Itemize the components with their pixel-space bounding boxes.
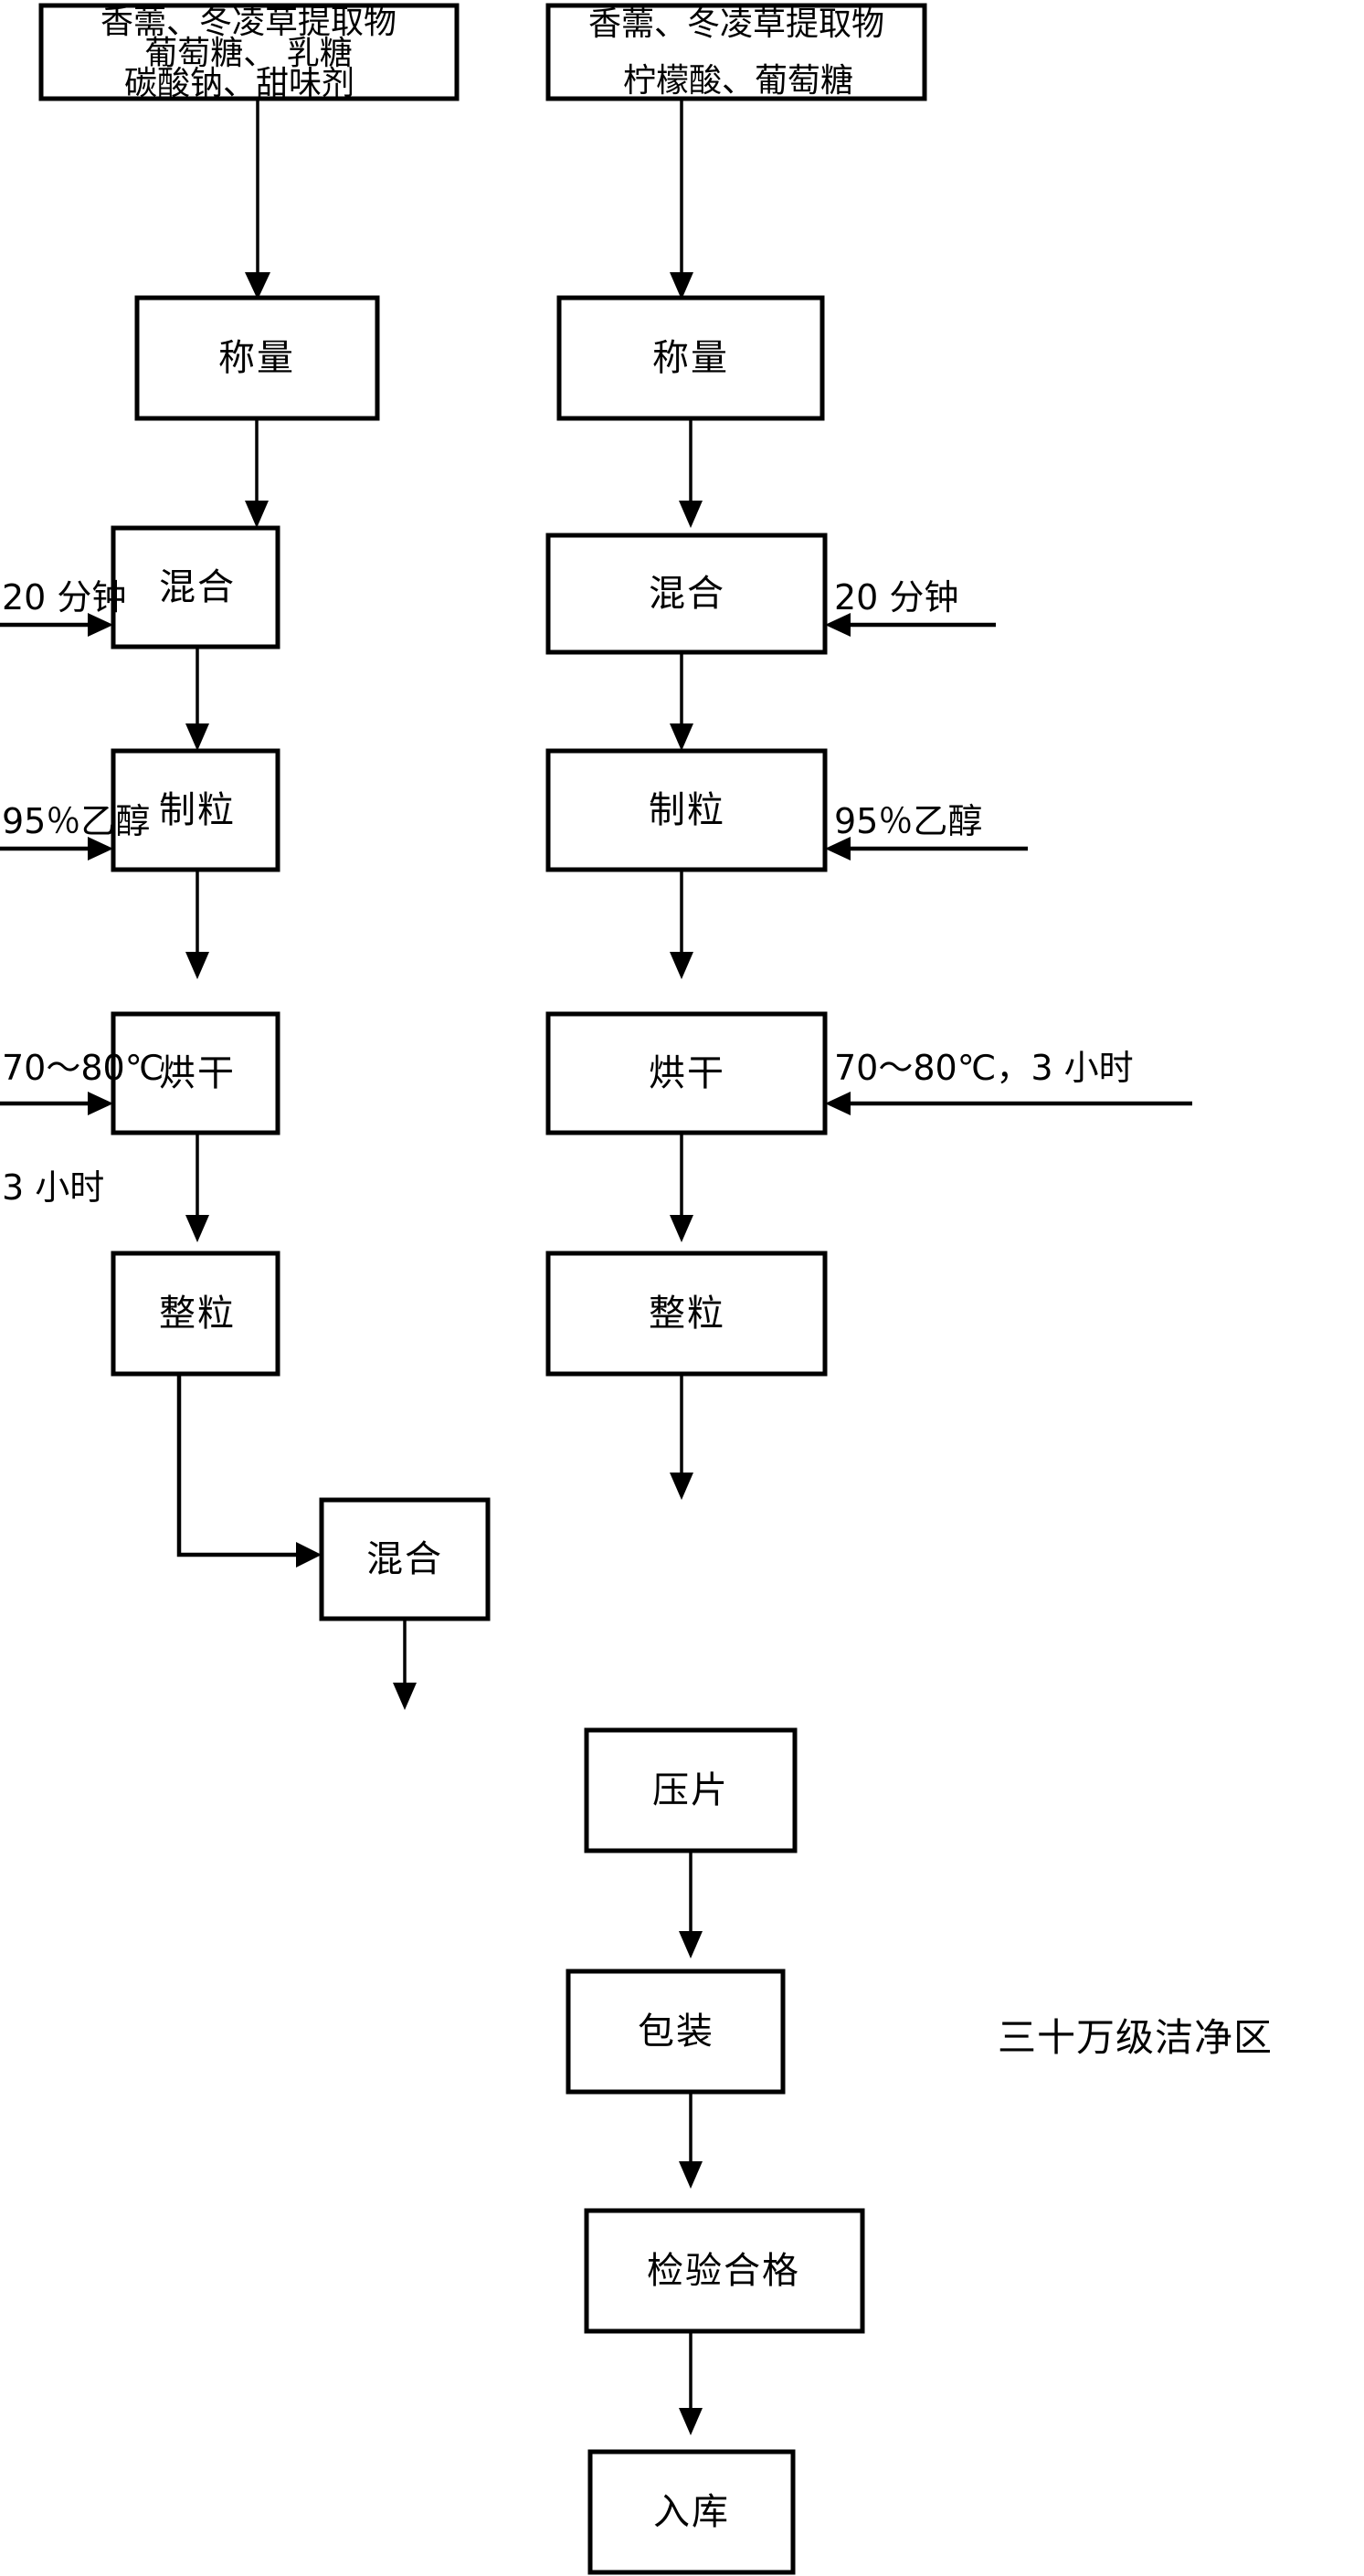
- process-flow-diagram: 香薷、冬凌草提取物 葡萄糖、 乳糖 碳酸钠、甜味剂 称量 混合 20 分钟 制粒: [0, 3, 1273, 2575]
- merged-edge-inspect-to-warehouse: [679, 2331, 703, 2435]
- right-step-granulate-label: 制粒: [649, 789, 725, 831]
- merged-edge-package-to-inspect: [679, 2092, 703, 2189]
- left-step-dry-label: 烘干: [159, 1052, 236, 1094]
- left-step-weigh-label: 称量: [218, 337, 295, 379]
- right-step-dry-label: 烘干: [649, 1052, 725, 1094]
- left-mix-time-text: 20 分钟: [2, 577, 126, 618]
- left-edge-weigh-to-mix: [245, 418, 269, 528]
- right-step-dry: 烘干: [545, 1011, 828, 1135]
- left-edge-granulate-to-dry: [185, 870, 209, 979]
- right-side-label-mix-time: 20 分钟: [825, 577, 996, 637]
- merged-step-package-label: 包装: [638, 2011, 714, 2053]
- left-step-size: 整粒: [111, 1251, 280, 1377]
- left-dry-time-text: 3 小时: [2, 1167, 104, 1208]
- right-edge-size-to-final-mix: [670, 1374, 693, 1500]
- merged-step-final-mix: 混合: [319, 1497, 491, 1621]
- right-step-weigh: 称量: [556, 295, 825, 421]
- right-materials-box: 香薷、冬凌草提取物 柠檬酸、葡萄糖: [545, 3, 927, 101]
- merged-step-warehouse-label: 入库: [653, 2491, 730, 2533]
- right-side-label-dry-temp-time: 70～80℃，3 小时: [825, 1048, 1192, 1115]
- left-step-size-label: 整粒: [159, 1293, 236, 1335]
- merged-step-inspect-label: 检验合格: [647, 2250, 800, 2292]
- merged-edge-tablet-to-package: [679, 1851, 703, 1958]
- left-step-weigh: 称量: [134, 295, 380, 421]
- left-edge-dry-to-size: [185, 1133, 209, 1242]
- merged-step-final-mix-label: 混合: [366, 1538, 443, 1580]
- cleanroom-zone-label: 三十万级洁净区: [998, 2015, 1273, 2060]
- right-dry-temp-time-text: 70～80℃，3 小时: [834, 1048, 1134, 1088]
- merged-step-warehouse: 入库: [587, 2449, 796, 2575]
- right-step-mix-label: 混合: [649, 573, 725, 615]
- left-ethanol-text: 95％乙醇: [2, 801, 150, 841]
- right-edge-weigh-to-mix: [679, 418, 703, 528]
- right-step-mix: 混合: [545, 533, 828, 655]
- right-step-size: 整粒: [545, 1251, 828, 1377]
- left-materials-line-3: 碳酸钠、甜味剂: [124, 65, 354, 102]
- right-step-granulate: 制粒: [545, 748, 828, 872]
- right-step-weigh-label: 称量: [652, 337, 729, 379]
- right-materials-line-1: 香薷、冬凌草提取物: [588, 5, 884, 43]
- merged-step-inspect: 检验合格: [584, 2208, 865, 2334]
- right-edge-dry-to-size: [670, 1133, 693, 1242]
- merged-edge-mix-to-tablet: [393, 1619, 417, 1710]
- merged-step-tablet: 压片: [584, 1727, 798, 1853]
- merged-step-tablet-label: 压片: [652, 1769, 729, 1811]
- right-mix-time-text: 20 分钟: [834, 577, 958, 618]
- merged-step-package: 包装: [566, 1969, 786, 2095]
- right-step-size-label: 整粒: [649, 1293, 725, 1335]
- right-edge-materials-to-weigh: [670, 100, 693, 300]
- left-step-mix: 混合: [111, 525, 280, 649]
- left-materials-box: 香薷、冬凌草提取物 葡萄糖、 乳糖 碳酸钠、甜味剂: [38, 3, 460, 102]
- right-side-label-ethanol: 95％乙醇: [825, 801, 1028, 860]
- left-step-granulate-label: 制粒: [159, 789, 236, 831]
- left-edge-materials-to-weigh: [245, 100, 270, 300]
- left-edge-size-to-final-mix: [176, 1374, 322, 1568]
- right-edge-mix-to-granulate: [670, 652, 693, 751]
- right-ethanol-text: 95％乙醇: [834, 801, 982, 841]
- left-dry-temp-text: 70～80℃: [2, 1048, 164, 1088]
- right-materials-line-2: 柠檬酸、葡萄糖: [623, 62, 853, 100]
- left-edge-mix-to-granulate: [185, 647, 209, 751]
- left-side-label-mix-time: 20 分钟: [0, 577, 126, 637]
- flowchart-canvas: 香薷、冬凌草提取物 葡萄糖、 乳糖 碳酸钠、甜味剂 称量 混合 20 分钟 制粒: [0, 0, 1364, 2576]
- left-step-mix-label: 混合: [159, 566, 236, 608]
- right-edge-granulate-to-dry: [670, 870, 693, 979]
